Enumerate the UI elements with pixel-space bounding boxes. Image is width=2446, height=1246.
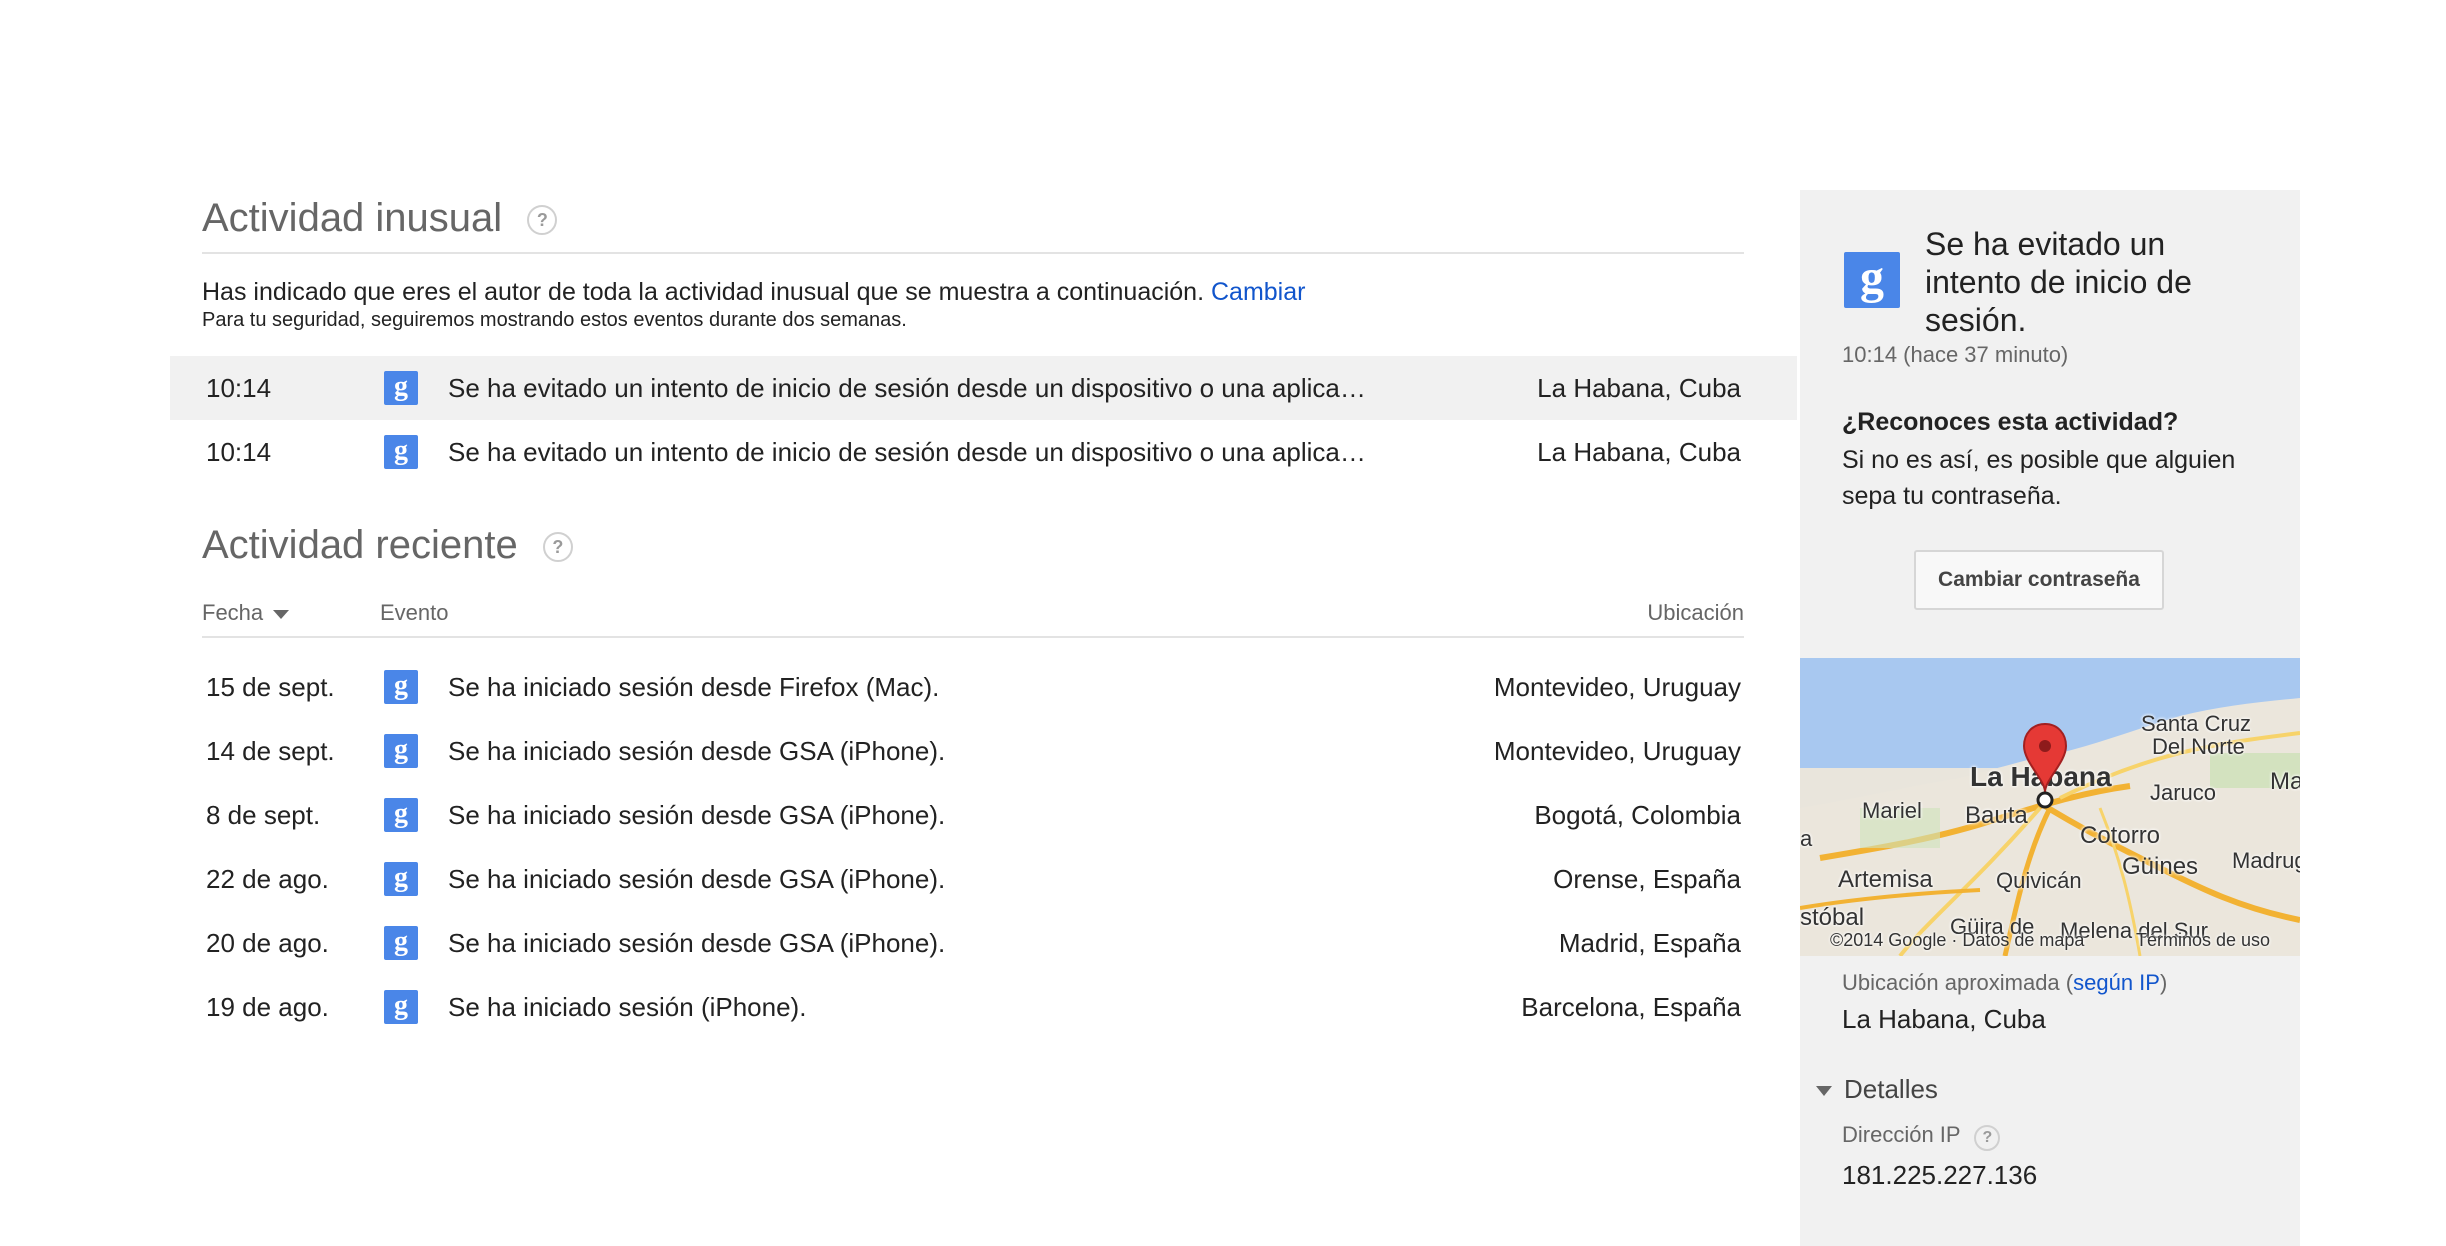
google-g-icon: g xyxy=(384,926,418,960)
column-header-location: Ubicación xyxy=(1647,600,1744,625)
map-label: Cotorro xyxy=(2080,822,2161,849)
recent-activity-title-text: Actividad reciente xyxy=(202,523,518,567)
map-label: stóbal xyxy=(1800,904,1865,931)
map-label: Quivicán xyxy=(1996,868,2082,893)
google-g-icon: g xyxy=(384,371,418,405)
google-g-icon: g xyxy=(1844,252,1900,308)
unusual-activity-title-text: Actividad inusual xyxy=(202,196,503,240)
row-location: Montevideo, Uruguay xyxy=(1493,736,1741,766)
row-location: La Habana, Cuba xyxy=(1537,373,1741,403)
google-g-icon: g xyxy=(384,435,418,469)
map-label: a xyxy=(1800,826,1813,851)
panel-warning: Si no es así, es posible que alguien sep… xyxy=(1842,446,2236,510)
google-g-icon: g xyxy=(384,734,418,768)
row-location: Barcelona, España xyxy=(1521,992,1741,1022)
row-event: Se ha iniciado sesión desde GSA (iPhone)… xyxy=(448,928,946,958)
unusual-notice-sub: Para tu seguridad, seguiremos mostrando … xyxy=(202,309,907,331)
row-event: Se ha iniciado sesión (iPhone). xyxy=(448,992,807,1022)
panel-question: ¿Reconoces esta actividad? xyxy=(1842,408,2179,436)
recent-activity-title: Actividad reciente ? xyxy=(202,523,573,568)
panel-time: 10:14 (hace 37 minuto) xyxy=(1842,342,2069,367)
unusual-row[interactable]: 10:14 g Se ha evitado un intento de inic… xyxy=(170,356,1797,420)
approx-location-label-text: Ubicación aproximada ( xyxy=(1842,970,2074,995)
ip-value: 181.225.227.136 xyxy=(1842,1160,2038,1190)
map-label: Madrug xyxy=(2232,848,2300,873)
recent-row[interactable]: 8 de sept. g Se ha iniciado sesión desde… xyxy=(170,783,1797,847)
unusual-notice-text: Has indicado que eres el autor de toda l… xyxy=(202,278,1205,306)
approx-location-label-close: ) xyxy=(2159,970,2168,995)
details-toggle-label: Detalles xyxy=(1844,1074,1938,1104)
row-date: 15 de sept. xyxy=(206,672,335,702)
row-date: 10:14 xyxy=(206,373,272,403)
map-label: Ma xyxy=(2270,768,2300,795)
row-location: Bogotá, Colombia xyxy=(1534,800,1741,830)
ip-label: Dirección IP ? xyxy=(1842,1122,2001,1151)
collapse-icon xyxy=(1816,1086,1832,1097)
row-date: 20 de ago. xyxy=(206,928,329,958)
map-pin-icon xyxy=(2022,722,2068,809)
row-location: La Habana, Cuba xyxy=(1537,437,1741,467)
help-icon[interactable]: ? xyxy=(527,205,558,236)
row-event: Se ha evitado un intento de inicio de se… xyxy=(448,437,1368,467)
map-label: Güines xyxy=(2122,853,2199,880)
recent-row[interactable]: 22 de ago. g Se ha iniciado sesión desde… xyxy=(170,847,1797,911)
help-icon[interactable]: ? xyxy=(542,532,573,563)
divider xyxy=(202,252,1744,254)
row-date: 22 de ago. xyxy=(206,864,329,894)
recent-row[interactable]: 19 de ago. g Se ha iniciado sesión (iPho… xyxy=(170,975,1797,1039)
row-date: 8 de sept. xyxy=(206,800,321,830)
recent-row[interactable]: 20 de ago. g Se ha iniciado sesión desde… xyxy=(170,911,1797,975)
map-terms-link[interactable]: Términos de uso xyxy=(2136,930,2270,951)
map-copyright: ©2014 Google · Datos de mapa xyxy=(1830,930,2085,950)
map-label: Jaruco xyxy=(2150,780,2217,805)
panel-title: Se ha evitado un intento de inicio de se… xyxy=(1925,226,2192,338)
ip-source-link[interactable]: según IP xyxy=(2073,970,2160,995)
google-g-icon: g xyxy=(384,862,418,896)
location-map[interactable]: Santa Cruz Del Norte La Habana Jaruco Ma… xyxy=(1800,658,2300,956)
ip-label-text: Dirección IP xyxy=(1842,1122,1961,1147)
row-event: Se ha iniciado sesión desde GSA (iPhone)… xyxy=(448,800,946,830)
unusual-notice: Has indicado que eres el autor de toda l… xyxy=(202,278,1305,307)
row-event: Se ha evitado un intento de inicio de se… xyxy=(448,373,1368,403)
google-g-icon: g xyxy=(384,798,418,832)
row-event: Se ha iniciado sesión desde GSA (iPhone)… xyxy=(448,736,946,766)
row-date: 14 de sept. xyxy=(206,736,335,766)
map-label: Artemisa xyxy=(1838,866,1933,893)
unusual-row[interactable]: 10:14 g Se ha evitado un intento de inic… xyxy=(170,420,1797,484)
change-password-button[interactable]: Cambiar contraseña xyxy=(1914,550,2164,610)
google-g-icon: g xyxy=(384,670,418,704)
help-icon[interactable]: ? xyxy=(1974,1125,2001,1151)
approx-location-label: Ubicación aproximada (según IP) xyxy=(1842,970,2167,996)
recent-row[interactable]: 15 de sept. g Se ha iniciado sesión desd… xyxy=(170,655,1797,719)
change-link[interactable]: Cambiar xyxy=(1211,278,1305,306)
row-event: Se ha iniciado sesión desde GSA (iPhone)… xyxy=(448,864,946,894)
sort-desc-icon xyxy=(273,609,290,619)
column-header-date[interactable]: Fecha xyxy=(202,600,290,626)
map-label: Mariel xyxy=(1862,798,1922,823)
map-label: Bauta xyxy=(1965,802,2028,829)
divider xyxy=(202,636,1744,638)
row-event: Se ha iniciado sesión desde Firefox (Mac… xyxy=(448,672,940,702)
column-header-date-label: Fecha xyxy=(202,600,264,625)
map-label: Del Norte xyxy=(2152,734,2245,759)
approx-location-value: La Habana, Cuba xyxy=(1842,1004,2046,1034)
row-date: 19 de ago. xyxy=(206,992,329,1022)
row-location: Montevideo, Uruguay xyxy=(1493,672,1741,702)
row-date: 10:14 xyxy=(206,437,272,467)
column-header-event: Evento xyxy=(380,600,449,625)
unusual-activity-title: Actividad inusual ? xyxy=(202,196,558,241)
google-g-icon: g xyxy=(384,990,418,1024)
row-location: Orense, España xyxy=(1553,864,1741,894)
details-toggle[interactable]: Detalles xyxy=(1816,1074,1938,1105)
row-location: Madrid, España xyxy=(1558,928,1741,958)
recent-row[interactable]: 14 de sept. g Se ha iniciado sesión desd… xyxy=(170,719,1797,783)
